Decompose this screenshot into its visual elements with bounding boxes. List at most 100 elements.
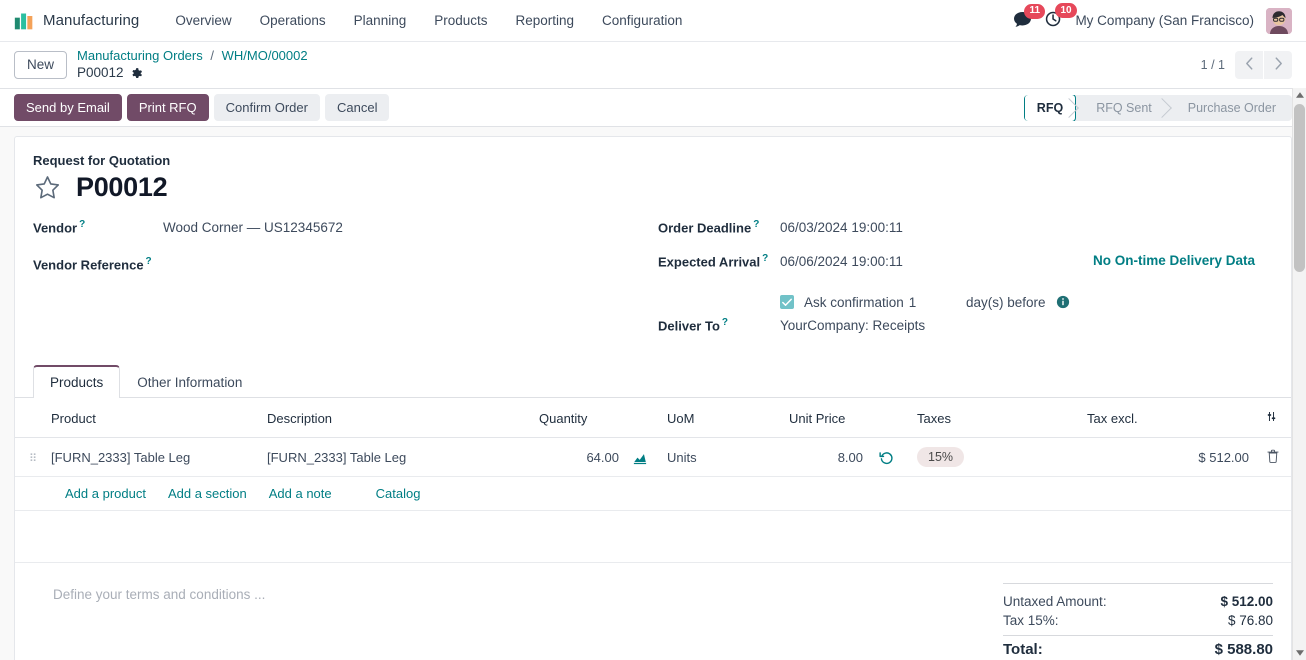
status-bar: RFQ RFQ Sent Purchase Order — [1023, 94, 1292, 121]
page-title: P00012 — [76, 172, 168, 202]
cell-quantity[interactable]: 64.00 — [531, 437, 627, 477]
history-undo-icon — [879, 450, 894, 465]
days-before-label: day(s) before — [966, 294, 1046, 310]
vendor-reference-help-icon[interactable]: ? — [146, 256, 152, 267]
add-line-links: Add a product Add a section Add a note C… — [23, 486, 1283, 501]
deliver-to-help-icon[interactable]: ? — [722, 317, 728, 328]
tax-badge[interactable]: 15% — [917, 447, 965, 467]
cell-description[interactable]: [FURN_2333] Table Leg — [259, 437, 531, 477]
vendor-reference-input[interactable] — [163, 253, 323, 269]
on-time-delivery-note: No On-time Delivery Data — [1092, 253, 1255, 268]
title-row: P00012 — [33, 172, 1273, 203]
chevron-left-icon — [1245, 57, 1254, 73]
cell-price-history-button[interactable] — [871, 437, 909, 477]
column-settings-icon — [1265, 411, 1278, 426]
status-step-rfq-sent[interactable]: RFQ Sent — [1076, 95, 1168, 121]
order-deadline-value[interactable]: 06/03/2024 19:00:11 — [780, 220, 903, 235]
menu-configuration[interactable]: Configuration — [588, 7, 696, 34]
menu-planning[interactable]: Planning — [340, 7, 421, 34]
add-a-note-link[interactable]: Add a note — [269, 486, 332, 501]
table-row[interactable]: ⠿ [FURN_2333] Table Leg [FURN_2333] Tabl… — [15, 437, 1291, 477]
header-description[interactable]: Description — [259, 398, 531, 438]
menu-overview[interactable]: Overview — [161, 7, 245, 34]
add-a-section-link[interactable]: Add a section — [168, 486, 247, 501]
cell-delete[interactable] — [1257, 437, 1291, 477]
header-tax-excl[interactable]: Tax excl. — [1079, 398, 1257, 438]
cancel-button[interactable]: Cancel — [324, 94, 390, 121]
terms-and-conditions-input[interactable]: Define your terms and conditions ... — [33, 579, 1003, 660]
send-by-email-button[interactable]: Send by Email — [14, 94, 122, 121]
cell-taxes[interactable]: 15% — [909, 437, 1079, 477]
header-price-icon-spacer — [871, 398, 909, 438]
navbar-right: 11 10 My Company (San Francisco) — [1013, 3, 1296, 34]
order-deadline-label: Order Deadline? — [658, 219, 760, 236]
deliver-to-value[interactable]: YourCompany: Receipts — [780, 318, 925, 333]
print-rfq-button[interactable]: Print RFQ — [126, 94, 209, 121]
breadcrumb-path: Manufacturing Orders / WH/MO/00002 — [77, 48, 308, 64]
header-taxes[interactable]: Taxes — [909, 398, 1079, 438]
cell-product[interactable]: [FURN_2333] Table Leg — [43, 437, 259, 477]
company-switcher[interactable]: My Company (San Francisco) — [1075, 13, 1254, 28]
order-deadline-help-icon[interactable]: ? — [753, 219, 759, 230]
tax-value: $ 76.80 — [1227, 613, 1273, 628]
vendor-reference-label: Vendor Reference? — [33, 255, 152, 272]
notebook: Products Other Information Product Descr… — [15, 365, 1291, 563]
info-icon[interactable] — [1056, 295, 1070, 309]
avatar[interactable] — [1266, 7, 1292, 34]
breadcrumb-manufacturing-orders[interactable]: Manufacturing Orders — [77, 48, 203, 63]
header-uom[interactable]: UoM — [659, 398, 781, 438]
header-unit-price[interactable]: Unit Price — [781, 398, 871, 438]
form-action-buttons: Send by Email Print RFQ Confirm Order Ca… — [14, 94, 390, 121]
field-grid: Vendor? Wood Corner — US12345672 Vendor … — [33, 219, 1273, 351]
expected-arrival-value[interactable]: 06/06/2024 19:00:11 — [780, 254, 903, 269]
scrollbar-thumb[interactable] — [1294, 104, 1305, 272]
menu-operations[interactable]: Operations — [246, 7, 340, 34]
menu-products[interactable]: Products — [420, 7, 501, 34]
cell-unit-price[interactable]: 8.00 — [781, 437, 871, 477]
header-quantity[interactable]: Quantity — [531, 398, 627, 438]
tab-other-information[interactable]: Other Information — [120, 365, 259, 398]
pager-count: 1 / 1 — [1200, 58, 1225, 72]
brand-name: Manufacturing — [43, 12, 140, 29]
vendor-value[interactable]: Wood Corner — US12345672 — [163, 220, 343, 235]
cell-forecast-button[interactable] — [627, 437, 659, 477]
breadcrumb-separator: / — [210, 47, 214, 63]
row-drag-handle[interactable]: ⠿ — [15, 437, 43, 477]
expected-arrival-help-icon[interactable]: ? — [762, 253, 768, 264]
vertical-scrollbar[interactable] — [1292, 88, 1306, 660]
field-deliver-to: Deliver To? YourCompany: Receipts — [658, 317, 1273, 351]
chevron-right-icon — [1274, 57, 1283, 73]
new-button[interactable]: New — [14, 50, 68, 80]
header-product[interactable]: Product — [43, 398, 259, 438]
favorite-star-icon[interactable] — [33, 174, 62, 202]
ask-confirmation-days-input[interactable]: 1 — [909, 295, 917, 310]
activities-button[interactable]: 10 — [1044, 3, 1077, 31]
app-brand[interactable]: Manufacturing — [14, 11, 139, 31]
scroll-down-arrow-icon[interactable] — [1293, 646, 1306, 660]
tab-products[interactable]: Products — [33, 365, 121, 398]
status-step-rfq[interactable]: RFQ — [1023, 94, 1077, 121]
top-navbar: Manufacturing Overview Operations Planni… — [0, 0, 1306, 42]
catalog-link[interactable]: Catalog — [376, 486, 421, 501]
header-quantity-icon-spacer — [627, 398, 659, 438]
pager-previous-button[interactable] — [1235, 51, 1263, 79]
menu-reporting[interactable]: Reporting — [502, 7, 589, 34]
messages-button[interactable]: 11 — [1013, 3, 1046, 31]
gear-icon[interactable] — [130, 67, 143, 80]
field-order-deadline: Order Deadline? 06/03/2024 19:00:11 — [658, 219, 1273, 253]
breadcrumb-current-label: P00012 — [77, 65, 124, 81]
scroll-up-arrow-icon[interactable] — [1293, 88, 1306, 102]
vendor-help-icon[interactable]: ? — [79, 219, 85, 230]
confirm-order-button[interactable]: Confirm Order — [213, 94, 320, 121]
left-field-column: Vendor? Wood Corner — US12345672 Vendor … — [33, 219, 658, 351]
status-step-purchase-order[interactable]: Purchase Order — [1168, 95, 1292, 121]
add-a-product-link[interactable]: Add a product — [65, 486, 146, 501]
pager-next-button[interactable] — [1264, 51, 1292, 79]
breadcrumb-mo-00002[interactable]: WH/MO/00002 — [222, 48, 308, 63]
optional-columns-toggle[interactable] — [1257, 398, 1291, 438]
manufacturing-logo-icon — [14, 11, 34, 31]
ask-confirmation-row: Ask confirmation 1 day(s) before — [658, 287, 1273, 317]
ask-confirmation-checkbox[interactable] — [780, 295, 794, 309]
field-vendor: Vendor? Wood Corner — US12345672 — [33, 219, 658, 253]
cell-uom[interactable]: Units — [659, 437, 781, 477]
